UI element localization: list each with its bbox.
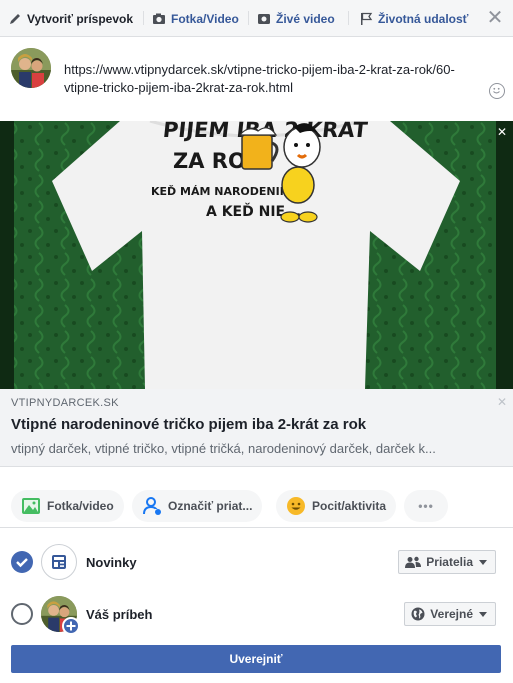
add-story-icon xyxy=(62,617,80,635)
close-icon[interactable]: ✕ xyxy=(497,125,507,139)
tab-life-event-label: Životná udalosť xyxy=(378,11,469,26)
story-label: Váš príbeh xyxy=(86,607,153,622)
composer-area: https://www.vtipnydarcek.sk/vtipne-trick… xyxy=(0,37,513,121)
story-checkbox[interactable] xyxy=(11,603,33,625)
feed-privacy-value: Priatelia xyxy=(426,555,473,569)
tab-create-post-label: Vytvoriť príspevok xyxy=(27,11,134,26)
tag-friends-label: Označiť priat... xyxy=(168,499,253,513)
tab-create-post[interactable]: Vytvoriť príspevok xyxy=(8,0,133,37)
tab-photo-video[interactable]: Fotka/Video xyxy=(152,0,239,37)
beer-mascot-icon xyxy=(238,123,321,223)
emoji-icon[interactable] xyxy=(489,83,505,99)
composer-tabs: Vytvoriť príspevok Fotka/Video Živé vide… xyxy=(0,0,513,37)
feed-privacy-dropdown[interactable]: Priatelia xyxy=(398,550,496,574)
tag-people-icon xyxy=(142,496,162,516)
friends-icon xyxy=(405,556,422,568)
tab-life-event[interactable]: Životná udalosť xyxy=(359,0,468,37)
flag-icon xyxy=(359,12,373,26)
avatar xyxy=(11,48,51,88)
link-description: vtipný darček, vtipné tričko, vtipné tri… xyxy=(11,441,436,456)
divider xyxy=(348,11,349,25)
divider xyxy=(248,11,249,25)
feeling-activity-button[interactable]: Pocit/aktivita xyxy=(276,490,397,522)
pencil-icon xyxy=(8,12,22,26)
chevron-down-icon xyxy=(479,559,487,565)
story-privacy-dropdown[interactable]: Verejné xyxy=(404,602,496,626)
divider xyxy=(143,11,144,25)
tab-live-video[interactable]: Živé video xyxy=(257,0,335,37)
news-feed-icon xyxy=(41,544,77,580)
live-video-icon xyxy=(257,12,271,26)
composer-text[interactable]: https://www.vtipnydarcek.sk/vtipne-trick… xyxy=(64,61,464,97)
composer-actions: Fotka/video Označiť priat... Pocit/aktiv… xyxy=(0,482,513,528)
story-privacy-value: Verejné xyxy=(430,607,473,621)
chevron-down-icon xyxy=(479,611,487,617)
share-to-feed-row: Novinky Priatelia xyxy=(0,536,513,588)
link-title: Vtipné narodeninové tričko pijem iba 2-k… xyxy=(11,416,367,433)
smiley-icon xyxy=(286,496,306,516)
feed-checkbox[interactable] xyxy=(11,551,33,573)
globe-icon xyxy=(411,607,425,621)
camera-icon xyxy=(152,12,166,26)
feed-label: Novinky xyxy=(86,555,137,570)
feeling-activity-label: Pocit/aktivita xyxy=(312,499,387,513)
tag-friends-button[interactable]: Označiť priat... xyxy=(132,490,263,522)
share-to-story-row: Váš príbeh Verejné xyxy=(0,588,513,640)
publish-button[interactable]: Uverejniť xyxy=(11,645,501,673)
close-icon[interactable]: ✕ xyxy=(485,8,505,28)
close-icon[interactable]: ✕ xyxy=(497,395,507,409)
photo-icon xyxy=(21,496,41,516)
tab-live-video-label: Živé video xyxy=(276,11,335,26)
link-domain: VTIPNYDARCEK.SK xyxy=(11,397,119,409)
tab-photo-video-label: Fotka/Video xyxy=(171,11,239,26)
photo-video-button[interactable]: Fotka/video xyxy=(11,490,124,522)
more-options-button[interactable]: ••• xyxy=(404,490,448,522)
photo-video-label: Fotka/video xyxy=(47,499,114,513)
link-preview-image[interactable]: PIJEM IBA 2 KRÁT ZA ROK KEĎ MÁM NARODENI… xyxy=(0,121,513,389)
link-preview-info[interactable]: VTIPNYDARCEK.SK Vtipné narodeninové trič… xyxy=(0,389,513,467)
